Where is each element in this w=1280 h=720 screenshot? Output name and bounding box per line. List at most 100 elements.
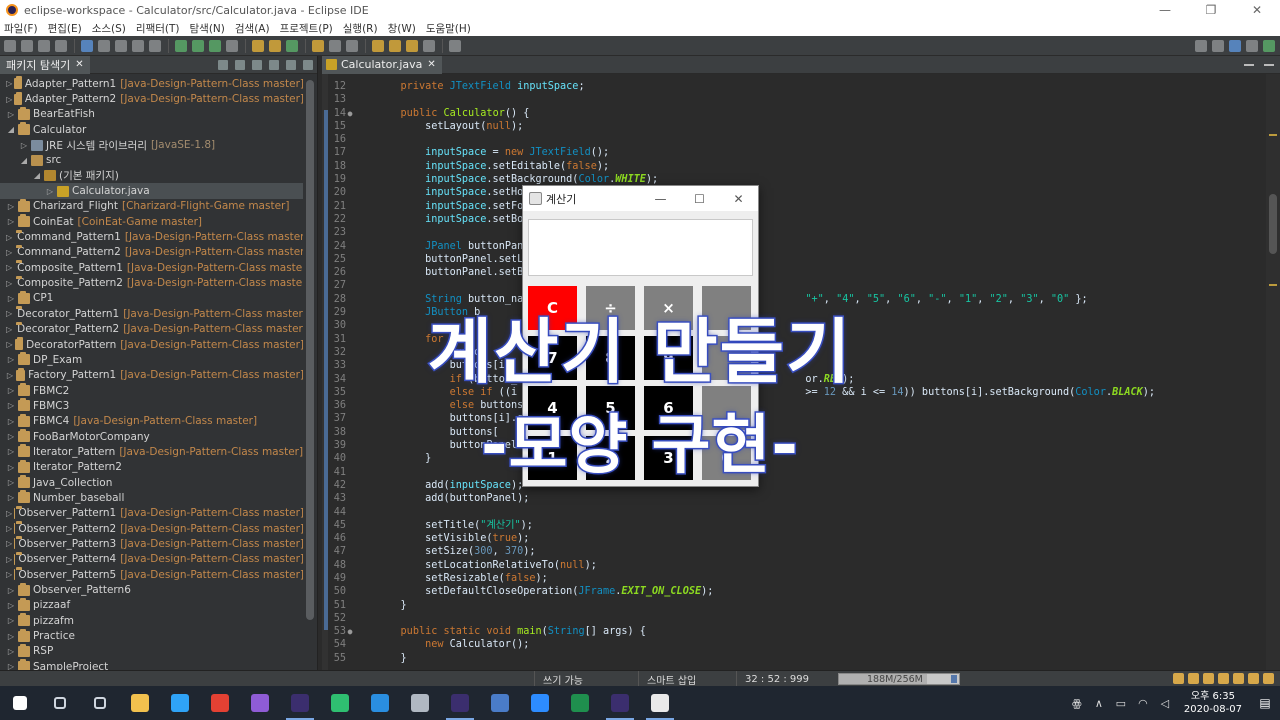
expand-arrow-icon[interactable]: ▷	[6, 233, 12, 242]
network-icon[interactable]: ▭	[1110, 697, 1132, 710]
fold-marker-icon[interactable]	[346, 93, 354, 106]
expand-arrow-icon[interactable]: ▷	[45, 187, 55, 196]
fold-marker-icon[interactable]	[346, 173, 354, 186]
fold-marker-icon[interactable]	[346, 226, 354, 239]
expand-arrow-icon[interactable]: ◢	[19, 156, 29, 165]
fold-marker-icon[interactable]	[346, 133, 354, 146]
close-icon[interactable]: ✕	[427, 59, 435, 70]
new-java-project-icon[interactable]	[252, 39, 264, 52]
pin-icon[interactable]	[346, 39, 358, 52]
expand-arrow-icon[interactable]: ▷	[6, 279, 12, 288]
fold-marker-icon[interactable]	[346, 146, 354, 159]
close-icon[interactable]: ✕	[719, 192, 758, 206]
volume-icon[interactable]: ◁	[1154, 697, 1176, 710]
menu-item[interactable]: 탐색(N)	[190, 21, 225, 36]
tree-item[interactable]: ◢ src	[0, 153, 304, 168]
chevron-up-icon[interactable]: ∧	[1088, 697, 1110, 710]
taskbar-search[interactable]	[40, 686, 80, 720]
tree-item[interactable]: ▷ Observer_Pattern1 [Java-Design-Pattern-C…	[0, 505, 304, 521]
fold-marker-icon[interactable]	[346, 213, 354, 226]
expand-arrow-icon[interactable]: ▷	[6, 79, 12, 88]
tree-item[interactable]: ▷ pizzafm	[0, 613, 304, 628]
coverage-icon[interactable]	[209, 39, 221, 52]
search-icon[interactable]	[329, 39, 341, 52]
expand-arrow-icon[interactable]: ▷	[6, 524, 12, 533]
expand-arrow-icon[interactable]: ▷	[6, 110, 16, 119]
expand-arrow-icon[interactable]: ▷	[6, 539, 12, 548]
tree-item[interactable]: ▷ Adapter_Pattern2 [Java-Design-Pattern-Cl…	[0, 91, 304, 106]
external-tools-icon[interactable]	[226, 39, 238, 52]
fold-marker-icon[interactable]	[346, 532, 354, 545]
print-icon[interactable]	[55, 39, 67, 52]
expand-arrow-icon[interactable]: ▷	[6, 632, 16, 641]
taskbar-task-view[interactable]	[80, 686, 120, 720]
forward-icon[interactable]	[423, 39, 435, 52]
tree-item[interactable]: ▷ Composite_Pattern2 [Java-Design-Pattern-…	[0, 275, 304, 290]
scrollbar-thumb[interactable]	[1269, 194, 1277, 254]
debug-perspective-icon[interactable]	[1246, 39, 1258, 52]
fold-marker-icon[interactable]	[346, 652, 354, 665]
fold-marker-icon[interactable]	[346, 506, 354, 519]
fold-marker-icon[interactable]	[346, 638, 354, 651]
minimize-icon[interactable]	[286, 59, 296, 70]
tree-item[interactable]: ▷ CoinEat [CoinEat-Game master]	[0, 214, 304, 229]
tree-item[interactable]: ▷ Number_baseball	[0, 490, 304, 505]
taskbar-windows-start[interactable]	[0, 686, 40, 720]
garbage-collect-icon[interactable]	[951, 675, 957, 683]
fold-marker-icon[interactable]	[346, 266, 354, 279]
save-icon[interactable]	[21, 39, 33, 52]
taskbar-maps[interactable]	[320, 686, 360, 720]
fold-marker-icon[interactable]	[346, 492, 354, 505]
clock[interactable]: 오후 6:35 2020-08-07	[1184, 690, 1242, 716]
tree-item[interactable]: ◢ Calculator	[0, 122, 304, 137]
taskbar-vscode[interactable]	[360, 686, 400, 720]
close-icon[interactable]: ✕	[75, 59, 83, 70]
tree-item[interactable]: ◢ (기본 패키지)	[0, 168, 304, 183]
taskbar-eclipse-3[interactable]	[600, 686, 640, 720]
expand-arrow-icon[interactable]: ▷	[19, 141, 29, 150]
fold-marker-icon[interactable]	[346, 200, 354, 213]
skip-breakpoints-icon[interactable]	[98, 39, 110, 52]
open-type-icon[interactable]	[312, 39, 324, 52]
taskbar-eclipse-2[interactable]	[440, 686, 480, 720]
view-menu-icon[interactable]	[269, 59, 279, 70]
taskbar-eclipse[interactable]	[280, 686, 320, 720]
back-icon[interactable]	[406, 39, 418, 52]
previous-annotation-icon[interactable]	[389, 39, 401, 52]
outline-icon[interactable]	[1218, 673, 1229, 684]
wifi-icon[interactable]: ◠	[1132, 697, 1154, 710]
problems-icon[interactable]	[1248, 673, 1259, 684]
new-class-icon[interactable]	[286, 39, 298, 52]
console-icon[interactable]	[1233, 673, 1244, 684]
next-annotation-icon[interactable]	[372, 39, 384, 52]
tree-item[interactable]: ▷ Observer_Pattern4 [Java-Design-Pattern-C…	[0, 551, 304, 567]
tree-item[interactable]: ▷ Command_Pattern1 [Java-Design-Pattern-Cl…	[0, 229, 304, 244]
tree-item[interactable]: ▷ Calculator.java	[0, 183, 304, 199]
menu-item[interactable]: 창(W)	[388, 21, 416, 36]
expand-arrow-icon[interactable]: ▷	[6, 202, 16, 211]
word-wrap-icon[interactable]	[132, 39, 144, 52]
tree-item[interactable]: ▷ Composite_Pattern1 [Java-Design-Pattern-…	[0, 260, 304, 275]
expand-arrow-icon[interactable]: ▷	[6, 570, 12, 579]
fold-marker-icon[interactable]	[346, 572, 354, 585]
fold-marker-icon[interactable]	[346, 120, 354, 133]
fold-marker-icon[interactable]	[346, 559, 354, 572]
collapse-all-icon[interactable]	[218, 59, 228, 70]
maximize-icon[interactable]	[303, 59, 313, 70]
menu-item[interactable]: 리팩터(T)	[136, 21, 180, 36]
people-icon[interactable]: ꙮ	[1066, 697, 1088, 710]
menu-item[interactable]: 검색(A)	[235, 21, 270, 36]
expand-arrow-icon[interactable]: ▷	[6, 586, 16, 595]
menu-item[interactable]: 프로젝트(P)	[280, 21, 333, 36]
expand-arrow-icon[interactable]: ▷	[6, 616, 16, 625]
menu-item[interactable]: 도움말(H)	[426, 21, 471, 36]
expand-arrow-icon[interactable]: ▷	[6, 263, 12, 272]
expand-arrow-icon[interactable]: ◢	[32, 171, 42, 180]
tree-item[interactable]: ▷ Observer_Pattern6	[0, 582, 304, 597]
tab-package-explorer[interactable]: 패키지 탐색기 ✕	[0, 55, 90, 74]
fold-marker-icon[interactable]	[346, 160, 354, 173]
close-icon[interactable]: ✕	[1234, 0, 1280, 20]
taskbar-database[interactable]	[400, 686, 440, 720]
heap-status[interactable]: 188M/256M	[838, 673, 960, 685]
tab-calculator-java[interactable]: Calculator.java ✕	[322, 55, 442, 74]
